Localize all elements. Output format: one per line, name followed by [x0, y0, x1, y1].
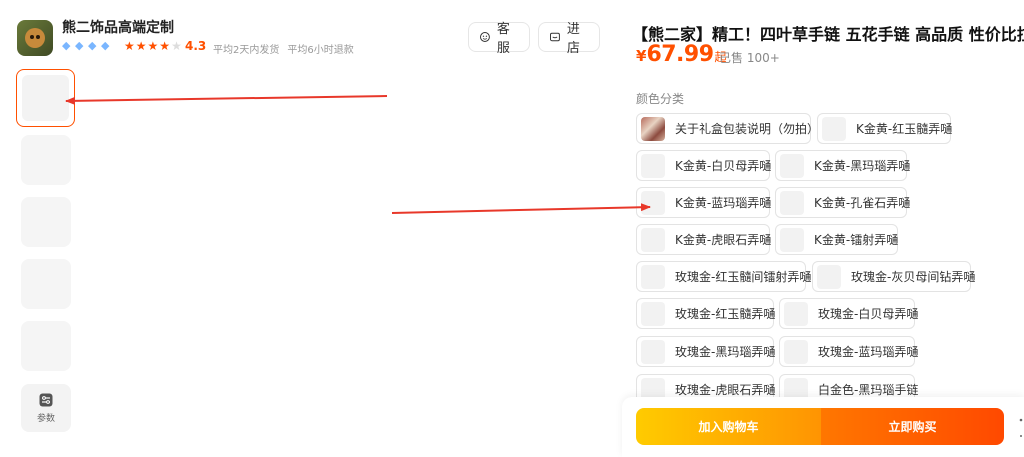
- diamond-icon: ◆: [101, 39, 110, 52]
- color-category-label: 颜色分类: [636, 92, 685, 106]
- color-option[interactable]: K金黄-镭射弄嗵: [775, 224, 898, 255]
- buy-now-button[interactable]: 立即购买: [821, 408, 1004, 445]
- option-thumbnail: [641, 227, 665, 252]
- price-currency: ¥: [636, 47, 647, 65]
- diamond-icon: ◆: [75, 39, 84, 52]
- thumbnail[interactable]: [21, 321, 71, 371]
- option-thumbnail: [641, 301, 665, 326]
- thumbnail-selected[interactable]: [16, 69, 75, 127]
- color-option-label: K金黄-孔雀石弄嗵: [814, 196, 911, 210]
- shipping-time: 平均2天内发货: [213, 45, 280, 56]
- option-thumbnail: [780, 227, 804, 252]
- product-price: ¥ 67.99 起: [636, 42, 727, 67]
- option-thumbnail: [641, 190, 665, 215]
- color-option[interactable]: 玫瑰金-黑玛瑙弄嗵: [636, 336, 776, 367]
- color-option[interactable]: 玫瑰金-白贝母弄嗵: [779, 298, 919, 329]
- shop-icon: [550, 32, 560, 42]
- star-icon: ★: [135, 39, 147, 53]
- refund-time: 平均6小时退款: [287, 45, 354, 56]
- color-option[interactable]: 玫瑰金-灰贝母间钻弄嗵: [812, 261, 975, 292]
- params-label: 参数: [36, 414, 55, 424]
- color-option[interactable]: 关于礼盒包装说明（勿拍）: [636, 113, 819, 144]
- diamond-icon: ◆: [62, 39, 71, 52]
- option-thumbnail: [641, 339, 665, 364]
- annotation-arrow-to-thumbnail: [65, 95, 388, 105]
- option-thumbnail: [641, 264, 665, 289]
- color-option-label: 玫瑰金-灰贝母间钻弄嗵: [851, 270, 976, 284]
- store-rating-value: 4.3: [185, 39, 207, 53]
- color-option[interactable]: K金黄-虎眼石弄嗵: [636, 224, 772, 255]
- thumbnail[interactable]: [21, 259, 71, 309]
- option-thumbnail: [784, 301, 808, 326]
- color-option[interactable]: K金黄-黑玛瑙弄嗵: [775, 150, 911, 181]
- color-option-label: 玫瑰金-红玉髓弄嗵: [675, 307, 776, 321]
- store-rating-stars: ★ ★ ★ ★ ★: [124, 39, 182, 53]
- color-option-label: K金黄-蓝玛瑙弄嗵: [675, 196, 772, 210]
- color-option[interactable]: K金黄-白贝母弄嗵: [636, 150, 772, 181]
- customer-service-button[interactable]: 客服: [468, 22, 530, 56]
- star-icon: ★: [124, 39, 135, 53]
- option-thumbnail: [780, 190, 804, 215]
- color-option[interactable]: 玫瑰金-蓝玛瑙弄嗵: [779, 336, 919, 367]
- color-option-label: K金黄-黑玛瑙弄嗵: [814, 159, 911, 173]
- color-option-label: 玫瑰金-白贝母弄嗵: [818, 307, 919, 321]
- color-option[interactable]: K金黄-孔雀石弄嗵: [775, 187, 911, 218]
- store-logo[interactable]: [17, 20, 53, 56]
- price-value: 67.99: [646, 42, 714, 67]
- option-thumbnail: [641, 116, 665, 141]
- customer-service-label: 客服: [496, 22, 510, 56]
- add-to-cart-button[interactable]: 加入购物车: [636, 408, 821, 445]
- color-option[interactable]: 玫瑰金-红玉髓间镭射弄嗵: [636, 261, 811, 292]
- thumbnail[interactable]: [21, 135, 71, 185]
- color-option-label: 玫瑰金-红玉髓间镭射弄嗵: [675, 270, 812, 284]
- color-option-label: 白金色-黑玛瑙手链: [818, 383, 919, 397]
- star-empty-icon: ★: [171, 39, 182, 53]
- option-thumbnail: [822, 116, 846, 141]
- color-option-label: 关于礼盒包装说明（勿拍）: [675, 122, 820, 136]
- sliders-icon: [39, 393, 53, 407]
- annotation-arrow-to-option: [391, 203, 651, 214]
- more-icon[interactable]: [1016, 416, 1024, 442]
- sold-count: 已售 100+: [719, 51, 780, 65]
- option-thumbnail: [641, 153, 665, 178]
- store-diamond-badges: ◆ ◆ ◆ ◆: [62, 40, 112, 51]
- color-option-label: 玫瑰金-蓝玛瑙弄嗵: [818, 345, 919, 359]
- enter-shop-button[interactable]: 进店: [538, 22, 600, 56]
- color-option-label: K金黄-白贝母弄嗵: [675, 159, 772, 173]
- color-option-label: K金黄-镭射弄嗵: [814, 233, 899, 247]
- headset-icon: [480, 32, 490, 42]
- option-thumbnail: [780, 153, 804, 178]
- enter-shop-label: 进店: [566, 22, 580, 56]
- color-option-label: 玫瑰金-黑玛瑙弄嗵: [675, 345, 776, 359]
- color-option[interactable]: K金黄-蓝玛瑙弄嗵: [636, 187, 772, 218]
- store-meta: 平均2天内发货 平均6小时退款: [213, 41, 354, 56]
- option-thumbnail: [784, 339, 808, 364]
- thumbnail[interactable]: [21, 197, 71, 247]
- params-button[interactable]: 参数: [21, 384, 71, 432]
- star-icon: ★: [147, 39, 159, 53]
- option-thumbnail: [817, 264, 841, 289]
- color-option[interactable]: K金黄-红玉髓弄嗵: [817, 113, 953, 144]
- color-option-label: 玫瑰金-虎眼石弄嗵: [675, 383, 776, 397]
- color-option-label: K金黄-红玉髓弄嗵: [856, 122, 953, 136]
- store-name[interactable]: 熊二饰品高端定制: [62, 17, 174, 37]
- star-icon: ★: [159, 39, 171, 53]
- diamond-icon: ◆: [88, 39, 97, 52]
- color-option-label: K金黄-虎眼石弄嗵: [675, 233, 772, 247]
- color-option[interactable]: 玫瑰金-红玉髓弄嗵: [636, 298, 776, 329]
